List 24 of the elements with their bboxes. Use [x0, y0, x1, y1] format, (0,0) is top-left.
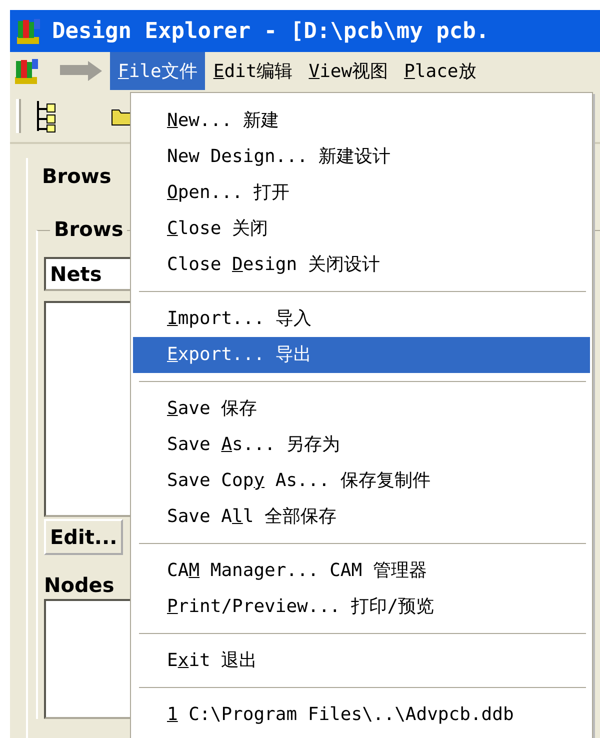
menu-item[interactable]: Import... 导入 — [133, 301, 590, 337]
menu-item[interactable]: Export... 导出 — [133, 337, 590, 373]
menu-item[interactable]: 1 C:\Program Files\..\Advpcb.ddb — [133, 697, 590, 733]
menu-item[interactable]: New... 新建 — [133, 103, 590, 139]
menu-bar-item[interactable]: View视图 — [300, 52, 396, 90]
menu-item[interactable]: Save 保存 — [133, 391, 590, 427]
menu-item[interactable]: Exit 退出 — [133, 643, 590, 679]
menu-item[interactable]: Save All 全部保存 — [133, 499, 590, 535]
window-title: Design Explorer - [D:\pcb\my pcb. — [52, 18, 490, 44]
menu-item[interactable]: P rint/Preview... 打印/预览 — [133, 589, 590, 625]
menu-bar-item[interactable]: Place放 — [396, 52, 484, 90]
menu-bar-item[interactable]: File文件 — [110, 52, 206, 90]
menu-item[interactable]: Open... 打开 — [133, 175, 590, 211]
edit-button[interactable]: Edit... — [44, 519, 124, 555]
app-icon[interactable] — [14, 57, 40, 85]
app-icon — [16, 17, 42, 45]
nodes-label: Nodes — [44, 573, 114, 597]
tree-icon[interactable] — [35, 99, 57, 133]
menu-item[interactable]: Save As... 另存为 — [133, 427, 590, 463]
menu-item[interactable]: Close 关闭 — [133, 211, 590, 247]
menu-item[interactable]: New Design... 新建设计 — [133, 139, 590, 175]
menu-bar-item[interactable]: Edit编辑 — [205, 52, 301, 90]
menu-item[interactable]: CAM Manager... CAM 管理器 — [133, 553, 590, 589]
menu-item[interactable]: Save Copy As... 保存复制件 — [133, 463, 590, 499]
